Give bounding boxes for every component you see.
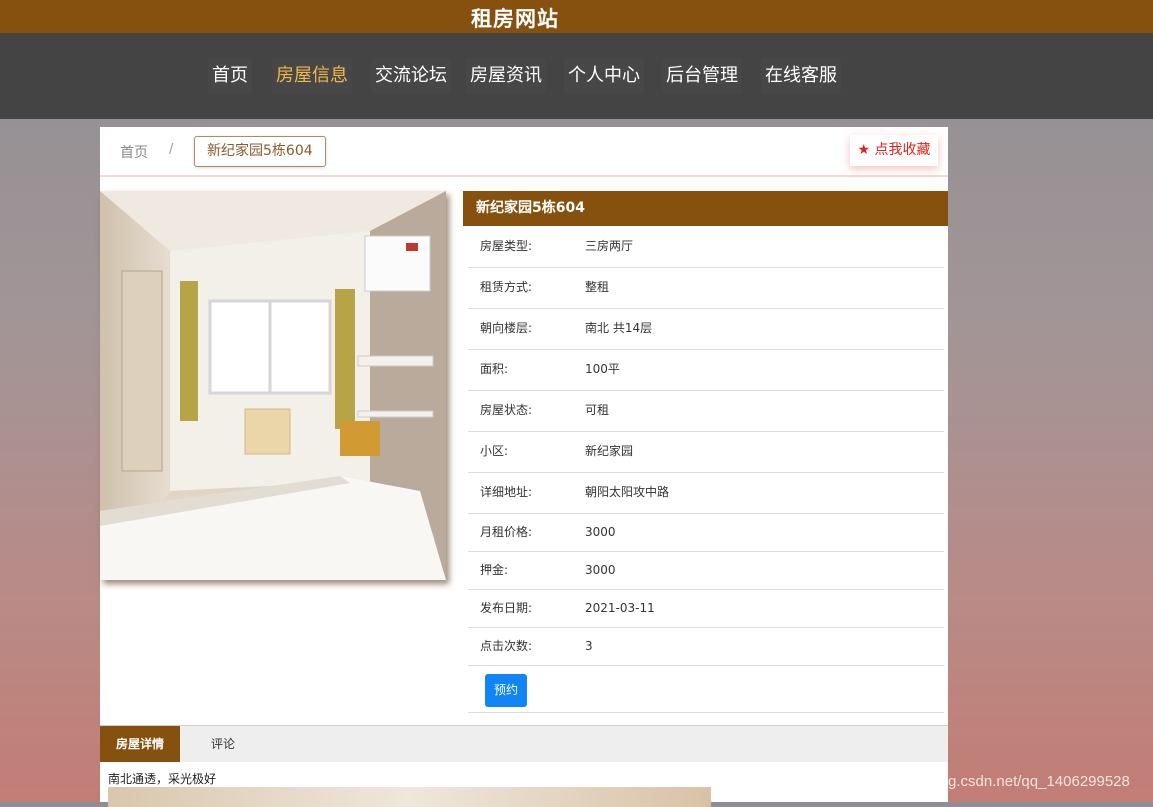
nav-item-forum[interactable]: 交流论坛 <box>371 58 451 94</box>
info-key: 朝向楼层: <box>480 321 533 335</box>
house-detail-panel: 首页 / 新纪家园5栋604 ★ 点我收藏 新纪家园5栋604 房屋类型: 三房… <box>100 127 948 807</box>
info-key: 详细地址: <box>480 485 533 499</box>
tab-comments[interactable]: 评论 <box>211 726 235 762</box>
info-value: 三房两厅 <box>585 239 634 253</box>
info-key: 发布日期: <box>480 601 533 615</box>
info-key: 房屋类型: <box>480 239 533 253</box>
info-value: 100平 <box>585 362 620 376</box>
description-image <box>108 787 711 807</box>
info-value: 可租 <box>585 403 610 417</box>
nav-item-admin[interactable]: 后台管理 <box>662 58 742 94</box>
info-row-orientation-floor: 朝向楼层: 南北 共14层 <box>468 308 944 350</box>
breadcrumb-current: 新纪家园5栋604 <box>194 136 326 167</box>
info-value: 南北 共14层 <box>585 321 653 335</box>
info-row-community: 小区: 新纪家园 <box>468 431 944 473</box>
favorite-button[interactable]: ★ 点我收藏 <box>850 135 938 166</box>
info-value: 朝阳太阳攻中路 <box>585 485 670 499</box>
info-row-lease-type: 租赁方式: 整租 <box>468 267 944 309</box>
info-row-click-count: 点击次数: 3 <box>468 627 944 666</box>
info-key: 小区: <box>480 444 509 458</box>
info-key: 面积: <box>480 362 509 376</box>
book-button[interactable]: 预约 <box>485 674 527 707</box>
breadcrumb-home-link[interactable]: 首页 <box>120 142 148 162</box>
star-icon: ★ <box>857 142 871 158</box>
house-title: 新纪家园5栋604 <box>463 191 948 226</box>
info-value: 3000 <box>585 563 616 577</box>
info-key: 点击次数: <box>480 639 533 653</box>
tab-house-detail[interactable]: 房屋详情 <box>100 726 180 762</box>
info-value: 新纪家园 <box>585 444 634 458</box>
nav-item-news[interactable]: 房屋资讯 <box>466 58 546 94</box>
watermark: https://blog.csdn.net/qq_1406299528 <box>883 773 1130 790</box>
info-row-status: 房屋状态: 可租 <box>468 390 944 432</box>
divider <box>468 712 944 713</box>
info-row-publish-date: 发布日期: 2021-03-11 <box>468 589 944 628</box>
nav-item-customer-service[interactable]: 在线客服 <box>761 58 841 94</box>
breadcrumb: 首页 / 新纪家园5栋604 ★ 点我收藏 <box>100 127 948 177</box>
nav-item-home[interactable]: 首页 <box>208 58 252 94</box>
detail-tabs: 房屋详情 评论 <box>100 725 948 762</box>
info-row-house-type: 房屋类型: 三房两厅 <box>468 226 944 268</box>
info-row-monthly-rent: 月租价格: 3000 <box>468 513 944 552</box>
site-title: 租房网站 <box>471 7 559 31</box>
info-row-area: 面积: 100平 <box>468 349 944 391</box>
top-banner: 租房网站 <box>0 0 1153 33</box>
info-row-address: 详细地址: 朝阳太阳攻中路 <box>468 472 944 514</box>
nav-item-user-center[interactable]: 个人中心 <box>564 58 644 94</box>
info-key: 月租价格: <box>480 525 533 539</box>
nav-item-house-info[interactable]: 房屋信息 <box>272 58 352 94</box>
info-value: 3 <box>585 639 593 653</box>
house-photo <box>100 191 446 580</box>
info-key: 房屋状态: <box>480 403 533 417</box>
info-key: 租赁方式: <box>480 280 533 294</box>
info-key: 押金: <box>480 563 509 577</box>
favorite-label: 点我收藏 <box>874 142 931 158</box>
info-value: 2021-03-11 <box>585 601 655 615</box>
info-row-deposit: 押金: 3000 <box>468 551 944 590</box>
info-value: 整租 <box>585 280 610 294</box>
house-info-table: 新纪家园5栋604 房屋类型: 三房两厅 租赁方式: 整租 朝向楼层: 南北 共… <box>463 191 948 713</box>
info-value: 3000 <box>585 525 616 539</box>
room-photo-illustration <box>100 191 446 580</box>
house-description: 南北通透，采光极好 <box>108 772 217 786</box>
main-nav: 首页 房屋信息 交流论坛 房屋资讯 个人中心 后台管理 在线客服 <box>0 33 1153 119</box>
breadcrumb-separator: / <box>169 142 174 157</box>
